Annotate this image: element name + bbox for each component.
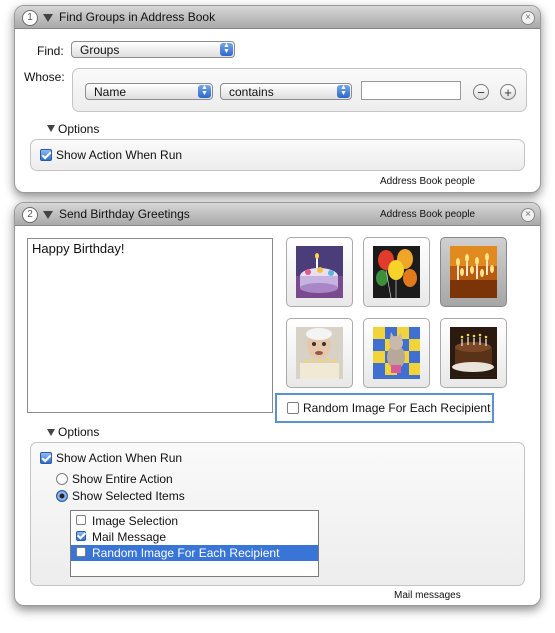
list-item-label: Random Image For Each Recipient [92, 546, 280, 560]
criteria-text-field[interactable] [361, 81, 461, 100]
field-popup[interactable]: Name ▲ ▼ [85, 83, 213, 100]
options-box: Show Action When Run Show Entire Action … [30, 442, 525, 586]
action-title-bar[interactable]: 2 Send Birthday Greetings Address Book p… [15, 203, 540, 226]
list-item-label: Image Selection [92, 514, 179, 528]
popup-arrows-icon: ▲ ▼ [198, 84, 211, 98]
output-type-label: Address Book people [380, 176, 476, 187]
list-item-selected[interactable]: Random Image For Each Recipient [71, 545, 318, 561]
disclosure-triangle-icon[interactable] [43, 14, 53, 22]
list-item-label: Mail Message [92, 530, 167, 544]
options-box: Show Action When Run [30, 139, 525, 171]
field-popup-value: Name [94, 85, 127, 99]
output-type-label: Mail messages [394, 590, 461, 601]
find-popup-value: Groups [80, 43, 120, 57]
options-disclosure-icon[interactable] [47, 125, 55, 132]
list-item[interactable]: Mail Message [71, 529, 318, 545]
list-item-checkbox[interactable] [76, 531, 86, 541]
action-find-groups: 1 Find Groups in Address Book × Find: Gr… [14, 5, 541, 193]
action-number-badge: 1 [22, 10, 38, 26]
show-action-checkbox[interactable] [40, 149, 52, 161]
options-label[interactable]: Options [58, 122, 99, 136]
find-popup[interactable]: Groups ▲ ▼ [71, 41, 235, 58]
operator-popup-value: contains [229, 85, 274, 99]
image-thumbnail-selected[interactable] [440, 237, 507, 307]
balloons-image [373, 246, 420, 298]
whose-criteria-box: Name ▲ ▼ contains ▲ ▼ − + [72, 68, 527, 112]
list-item-checkbox[interactable] [76, 515, 86, 525]
random-image-option[interactable]: Random Image For Each Recipient [275, 393, 494, 423]
greeting-message-area[interactable]: Happy Birthday! [27, 238, 273, 413]
show-entire-action-radio[interactable] [56, 473, 68, 485]
greeting-message-text: Happy Birthday! [32, 241, 125, 256]
show-action-checkbox[interactable] [40, 452, 52, 464]
selected-items-list[interactable]: Image Selection Mail Message Random Imag… [70, 510, 319, 577]
random-image-checkbox[interactable] [287, 402, 299, 414]
old-man-cake-image [296, 327, 343, 379]
remove-criterion-button[interactable]: − [473, 84, 489, 100]
birthday-cake-image [296, 246, 343, 298]
show-action-label[interactable]: Show Action When Run [56, 451, 182, 465]
candles-image [450, 246, 497, 298]
show-selected-items-label[interactable]: Show Selected Items [72, 489, 185, 503]
action-send-birthday-greetings: 2 Send Birthday Greetings Address Book p… [14, 202, 541, 606]
show-selected-items-radio[interactable] [56, 490, 68, 502]
chocolate-cake-image [450, 327, 497, 379]
action-number-badge: 2 [22, 207, 38, 223]
random-image-label[interactable]: Random Image For Each Recipient [303, 401, 490, 415]
add-criterion-button[interactable]: + [500, 84, 516, 100]
disclosure-triangle-icon[interactable] [43, 211, 53, 219]
popup-arrows-icon: ▲ ▼ [337, 84, 350, 98]
whose-label: Whose: [24, 70, 65, 84]
find-label: Find: [37, 44, 64, 58]
close-icon[interactable]: × [521, 208, 535, 222]
close-icon[interactable]: × [521, 11, 535, 25]
operator-popup[interactable]: contains ▲ ▼ [220, 83, 352, 100]
action-title-bar[interactable]: 1 Find Groups in Address Book × [15, 6, 540, 29]
kitten-image [373, 327, 420, 379]
show-entire-action-label[interactable]: Show Entire Action [72, 472, 173, 486]
action-title: Send Birthday Greetings [59, 207, 190, 221]
options-disclosure-icon[interactable] [47, 429, 55, 436]
image-thumbnail[interactable] [286, 237, 353, 307]
list-item-checkbox[interactable] [76, 547, 86, 557]
image-thumbnail[interactable] [286, 318, 353, 388]
action-title: Find Groups in Address Book [59, 10, 216, 24]
image-thumbnail[interactable] [363, 318, 430, 388]
popup-arrows-icon: ▲ ▼ [220, 42, 233, 56]
image-thumbnail[interactable] [440, 318, 507, 388]
show-action-label[interactable]: Show Action When Run [56, 148, 182, 162]
input-type-label: Address Book people [380, 209, 476, 220]
options-label[interactable]: Options [58, 425, 99, 439]
image-thumbnail[interactable] [363, 237, 430, 307]
list-item[interactable]: Image Selection [71, 513, 318, 529]
